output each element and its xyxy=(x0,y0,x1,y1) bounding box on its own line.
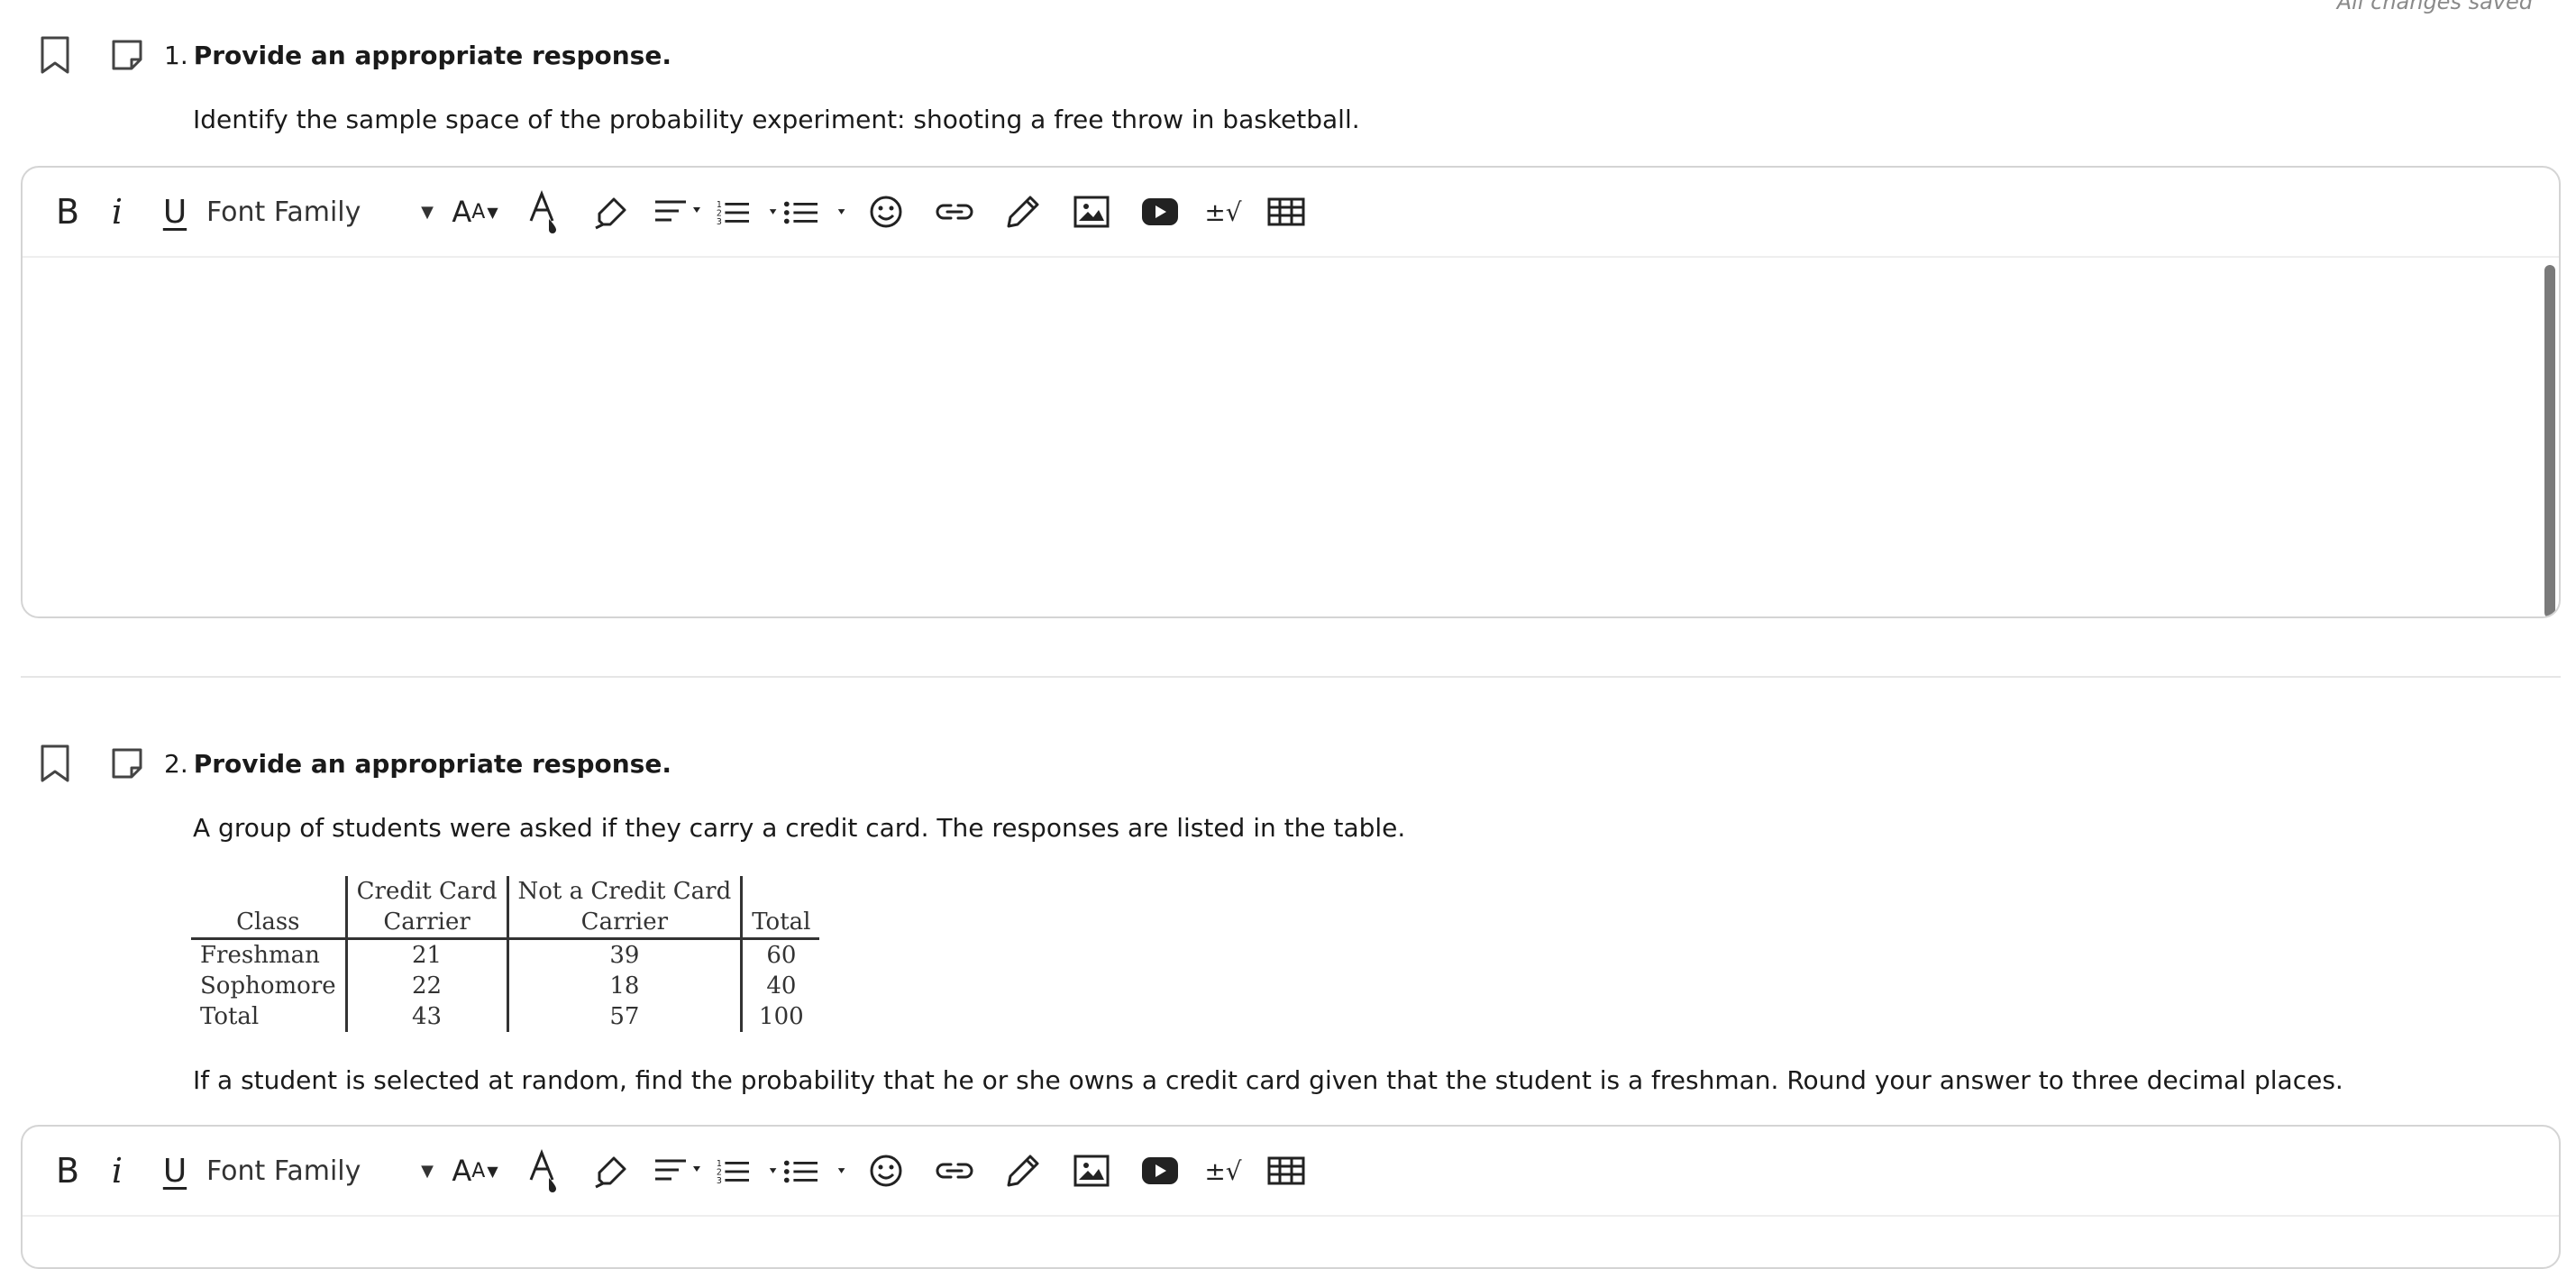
image-icon[interactable] xyxy=(1057,187,1126,237)
link-icon[interactable] xyxy=(920,1146,989,1196)
question-prompt: Provide an appropriate response. xyxy=(193,40,671,70)
table-row: Sophomore 22 18 40 xyxy=(191,971,820,1001)
align-icon[interactable] xyxy=(646,1146,715,1196)
table-cell: 60 xyxy=(740,938,820,971)
chevron-down-icon: ▼ xyxy=(487,203,498,221)
italic-button[interactable]: i xyxy=(91,187,143,237)
answer-editor-2[interactable]: B i U Font Family ▼ A A ▼ 123 ±√ xyxy=(21,1125,2561,1269)
unordered-list-icon[interactable] xyxy=(783,1146,852,1196)
table-header-row: Class Carrier Carrier Total xyxy=(191,907,820,940)
table-cell: Class xyxy=(191,907,347,940)
question-text: If a student is selected at random, find… xyxy=(193,1065,2343,1095)
image-icon[interactable] xyxy=(1057,1146,1126,1196)
table-cell: Freshman xyxy=(200,942,320,969)
question-number: 2. xyxy=(164,748,188,779)
font-size-big: A xyxy=(452,1154,472,1188)
question-number: 1. xyxy=(164,40,188,70)
font-family-select[interactable]: Font Family ▼ xyxy=(206,187,441,237)
bold-button[interactable]: B xyxy=(44,187,91,237)
save-status: All changes saved xyxy=(2336,0,2533,14)
math-icon[interactable]: ±√ xyxy=(1194,187,1252,237)
answer-editor-1[interactable]: B i U Font Family ▼ A A ▼ 123 ±√ xyxy=(21,166,2561,618)
highlight-icon[interactable] xyxy=(578,1146,646,1196)
underline-button[interactable]: U xyxy=(143,1146,206,1196)
table-header-row: Credit Card Not a Credit Card xyxy=(191,876,820,907)
unordered-list-icon[interactable] xyxy=(783,187,852,237)
bookmark-icon[interactable] xyxy=(40,744,70,782)
draw-icon[interactable] xyxy=(989,187,1057,237)
table-cell: 57 xyxy=(506,1001,742,1032)
question-1-header: 1. Provide an appropriate response. xyxy=(40,34,671,76)
question-title: 2. Provide an appropriate response. xyxy=(164,749,671,779)
credit-card-table: Credit Card Not a Credit Card Class Carr… xyxy=(191,876,820,1032)
highlight-icon[interactable] xyxy=(578,187,646,237)
question-prompt: Provide an appropriate response. xyxy=(193,748,671,779)
table-cell: 18 xyxy=(506,971,742,1001)
table-cell: 21 xyxy=(344,938,507,971)
table-cell: Not a Credit Card xyxy=(506,876,742,907)
svg-text:3: 3 xyxy=(717,1176,722,1186)
question-title: 1. Provide an appropriate response. xyxy=(164,41,671,70)
table-cell: Credit Card xyxy=(344,876,507,907)
font-size-big: A xyxy=(452,195,472,229)
bookmark-icon[interactable] xyxy=(40,36,70,74)
link-icon[interactable] xyxy=(920,187,989,237)
chevron-down-icon: ▼ xyxy=(487,1162,498,1180)
svg-text:3: 3 xyxy=(717,217,722,227)
font-size-small: A xyxy=(471,1159,486,1182)
table-cell: 40 xyxy=(740,971,820,1001)
editor-text-area[interactable] xyxy=(23,258,2559,616)
font-size-small: A xyxy=(471,200,486,224)
table-cell: Carrier xyxy=(506,907,742,940)
ordered-list-icon[interactable]: 123 xyxy=(715,1146,783,1196)
table-cell xyxy=(191,876,346,907)
table-icon[interactable] xyxy=(1252,1146,1320,1196)
ordered-list-icon[interactable]: 123 xyxy=(715,187,783,237)
align-icon[interactable] xyxy=(646,187,715,237)
emoji-icon[interactable] xyxy=(852,1146,920,1196)
table-cell xyxy=(740,876,820,907)
table-row: Freshman 21 39 60 xyxy=(191,938,820,971)
video-icon[interactable] xyxy=(1126,187,1194,237)
table-cell: Sophomore xyxy=(200,972,336,1000)
text-color-icon[interactable] xyxy=(509,1146,578,1196)
table-cell: 39 xyxy=(506,938,742,971)
table-cell: Total xyxy=(200,1003,260,1030)
underline-button[interactable]: U xyxy=(143,187,206,237)
table-cell: 22 xyxy=(344,971,507,1001)
table-row: Total 43 57 100 xyxy=(191,1001,820,1032)
question-divider xyxy=(21,676,2561,678)
question-text: Identify the sample space of the probabi… xyxy=(193,105,1360,134)
bold-button[interactable]: B xyxy=(44,1146,91,1196)
table-cell: Total xyxy=(740,907,820,940)
chevron-down-icon: ▼ xyxy=(421,1161,434,1181)
font-family-select[interactable]: Font Family ▼ xyxy=(206,1146,441,1196)
draw-icon[interactable] xyxy=(989,1146,1057,1196)
editor-toolbar: B i U Font Family ▼ A A ▼ 123 ±√ xyxy=(23,1127,2559,1217)
table-cell: Carrier xyxy=(344,907,507,940)
editor-toolbar: B i U Font Family ▼ A A ▼ 123 ±√ xyxy=(23,168,2559,258)
font-size-button[interactable]: A A ▼ xyxy=(441,187,509,237)
emoji-icon[interactable] xyxy=(852,187,920,237)
question-2-header: 2. Provide an appropriate response. xyxy=(40,743,671,784)
italic-button[interactable]: i xyxy=(91,1146,143,1196)
font-family-label: Font Family xyxy=(206,1155,361,1187)
chevron-down-icon: ▼ xyxy=(421,202,434,222)
note-icon[interactable] xyxy=(110,746,144,781)
math-icon[interactable]: ±√ xyxy=(1194,1146,1252,1196)
scrollbar[interactable] xyxy=(2544,265,2555,616)
text-color-icon[interactable] xyxy=(509,187,578,237)
table-cell: 100 xyxy=(740,1001,820,1032)
question-intro: A group of students were asked if they c… xyxy=(193,813,1406,843)
table-icon[interactable] xyxy=(1252,187,1320,237)
note-icon[interactable] xyxy=(110,38,144,72)
video-icon[interactable] xyxy=(1126,1146,1194,1196)
font-size-button[interactable]: A A ▼ xyxy=(441,1146,509,1196)
table-cell: 43 xyxy=(344,1001,507,1032)
font-family-label: Font Family xyxy=(206,196,361,228)
